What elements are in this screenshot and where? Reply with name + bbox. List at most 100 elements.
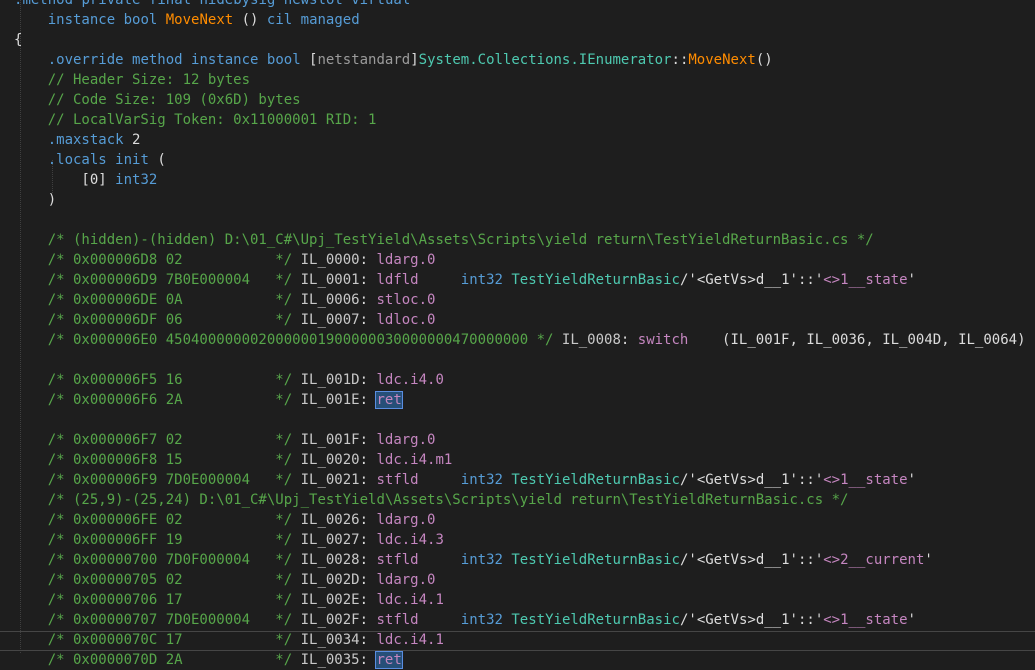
code-line[interactable] <box>14 410 1035 430</box>
code-token: instance <box>191 52 259 68</box>
code-line[interactable]: /* 0x00000705 02 */ IL_002D: ldarg.0 <box>14 570 1035 590</box>
highlighted-token: ret <box>375 391 403 409</box>
code-token: /* 0x000006D9 7B0E000004 */ <box>47 272 293 288</box>
code-line[interactable]: ) <box>14 190 1035 210</box>
code-token: /* 0x000006FF 19 */ <box>47 532 293 548</box>
code-token: /* 0x00000705 02 */ <box>47 572 293 588</box>
code-token: /* 0x000006E0 45040000000200000019000000… <box>47 332 554 348</box>
code-line[interactable]: /* 0x000006F6 2A */ IL_001E: ret <box>14 390 1035 410</box>
code-line[interactable]: // Code Size: 109 (0x6D) bytes <box>14 90 1035 110</box>
code-line[interactable]: // LocalVarSig Token: 0x11000001 RID: 1 <box>14 110 1035 130</box>
code-token: /* 0x00000707 7D0E000004 */ <box>47 612 293 628</box>
code-token: .locals <box>47 152 107 168</box>
code-token: IL_002E <box>300 592 360 608</box>
code-line[interactable]: .locals init ( <box>14 150 1035 170</box>
code-token: // Code Size: 109 (0x6D) bytes <box>14 92 301 108</box>
code-line[interactable]: /* (25,9)-(25,24) D:\01_C#\Upj_TestYield… <box>14 490 1035 510</box>
code-line[interactable]: .override method instance bool [netstand… <box>14 50 1035 70</box>
code-line[interactable]: /* 0x000006F9 7D0E000004 */ IL_0021: stf… <box>14 470 1035 490</box>
code-token: <>1__state <box>823 472 908 488</box>
code-line[interactable]: /* 0x000006F5 16 */ IL_001D: ldc.i4.0 <box>14 370 1035 390</box>
code-line[interactable] <box>14 350 1035 370</box>
code-token: TestYieldReturnBasic <box>511 272 680 288</box>
code-line[interactable]: // Header Size: 12 bytes <box>14 70 1035 90</box>
code-token: IL_0034 <box>300 632 360 648</box>
code-token: int32 <box>460 272 503 288</box>
code-token: IL_0000 <box>300 252 360 268</box>
code-token: ldarg.0 <box>376 252 436 268</box>
code-token: IL_0026 <box>300 512 360 528</box>
code-line[interactable]: /* 0x00000700 7D0F000004 */ IL_0028: stf… <box>14 550 1035 570</box>
code-token: stloc.0 <box>376 292 436 308</box>
code-token: .method <box>14 0 73 8</box>
code-token: IL_0006 <box>300 292 360 308</box>
code-token: int32 <box>460 552 503 568</box>
code-line[interactable]: /* 0x000006D8 02 */ IL_0000: ldarg.0 <box>14 250 1035 270</box>
code-token: bool <box>123 12 158 28</box>
code-token: init <box>115 152 149 168</box>
code-token: int32 <box>460 612 503 628</box>
code-token: bool <box>266 52 301 68</box>
code-token: <>1__state <box>823 272 908 288</box>
code-token: <GetVs>d__1 <box>696 552 790 568</box>
code-token: /* 0x000006D8 02 */ <box>47 252 293 268</box>
code-line[interactable]: .maxstack 2 <box>14 130 1035 150</box>
code-line[interactable]: .method private final hidebysig newslot … <box>14 0 1035 10</box>
code-token: IL_0008 <box>561 332 621 348</box>
code-line[interactable]: /* 0x000006FE 02 */ IL_0026: ldarg.0 <box>14 510 1035 530</box>
code-line[interactable]: /* 0x000006E0 45040000000200000019000000… <box>14 330 1035 350</box>
code-token: /* (25,9)-(25,24) D:\01_C#\Upj_TestYield… <box>47 492 849 508</box>
code-token: /* 0x000006F7 02 */ <box>47 432 293 448</box>
code-token: /* 0x000006FE 02 */ <box>47 512 293 528</box>
code-line[interactable]: /* 0x000006DE 0A */ IL_0006: stloc.0 <box>14 290 1035 310</box>
code-token: /* 0x000006F6 2A */ <box>47 392 293 408</box>
code-line[interactable]: /* 0x00000707 7D0E000004 */ IL_002F: stf… <box>14 610 1035 630</box>
code-line[interactable]: /* 0x000006F8 15 */ IL_0020: ldc.i4.m1 <box>14 450 1035 470</box>
code-token: method <box>22 0 74 8</box>
code-token: /* 0x000006F8 15 */ <box>47 452 293 468</box>
code-token: int32 <box>460 472 503 488</box>
code-token: IL_001F <box>300 432 360 448</box>
code-token: /* 0x00000700 7D0F000004 */ <box>47 552 293 568</box>
code-token: ldarg.0 <box>376 512 436 528</box>
code-token: instance <box>47 12 116 28</box>
code-line[interactable]: /* 0x0000070C 17 */ IL_0034: ldc.i4.1 <box>14 630 1035 650</box>
code-token: stfld <box>376 472 419 488</box>
code-token: /* 0x000006F9 7D0E000004 */ <box>47 472 293 488</box>
code-line[interactable]: /* 0x00000706 17 */ IL_002E: ldc.i4.1 <box>14 590 1035 610</box>
code-line[interactable]: /* 0x000006DF 06 */ IL_0007: ldloc.0 <box>14 310 1035 330</box>
code-token: virtual <box>351 0 411 8</box>
code-token: cil <box>266 12 293 28</box>
code-token: /* (hidden)-(hidden) D:\01_C#\Upj_TestYi… <box>47 232 874 248</box>
code-line[interactable]: { <box>14 30 1035 50</box>
code-token: private <box>81 0 141 8</box>
code-line[interactable]: /* 0x000006F7 02 */ IL_001F: ldarg.0 <box>14 430 1035 450</box>
code-line[interactable]: /* 0x000006D9 7B0E000004 */ IL_0001: ldf… <box>14 270 1035 290</box>
code-token: /* 0x000006DF 06 */ <box>47 312 293 328</box>
code-token: TestYieldReturnBasic <box>511 552 680 568</box>
code-token: ldc.i4.3 <box>376 532 444 548</box>
code-token: /* 0x00000706 17 */ <box>47 592 293 608</box>
code-token: TestYieldReturnBasic <box>511 472 680 488</box>
code-token: IL_0027 <box>300 532 360 548</box>
code-token: .override <box>47 52 124 68</box>
code-editor[interactable]: .method private final hidebysig newslot … <box>0 0 1035 669</box>
code-line[interactable]: [0] int32 <box>14 170 1035 190</box>
code-token: ldarg.0 <box>376 572 436 588</box>
highlighted-token: ret <box>375 651 403 669</box>
code-token: <>1__state <box>823 612 908 628</box>
code-line[interactable]: /* (hidden)-(hidden) D:\01_C#\Upj_TestYi… <box>14 230 1035 250</box>
code-token: hidebysig <box>199 0 276 8</box>
code-line[interactable] <box>14 210 1035 230</box>
code-token: ldfld <box>376 272 419 288</box>
code-token: ldarg.0 <box>376 432 436 448</box>
code-token: managed <box>300 12 360 28</box>
code-token: stfld <box>376 612 419 628</box>
code-token: IL_0021 <box>300 472 360 488</box>
code-line[interactable]: instance bool MoveNext () cil managed <box>14 10 1035 30</box>
code-line[interactable]: /* 0x000006FF 19 */ IL_0027: ldc.i4.3 <box>14 530 1035 550</box>
code-token: IL_0020 <box>300 452 360 468</box>
code-token: TestYieldReturnBasic <box>511 612 680 628</box>
code-line[interactable]: /* 0x0000070D 2A */ IL_0035: ret <box>14 650 1035 670</box>
code-token: switch <box>637 332 689 348</box>
